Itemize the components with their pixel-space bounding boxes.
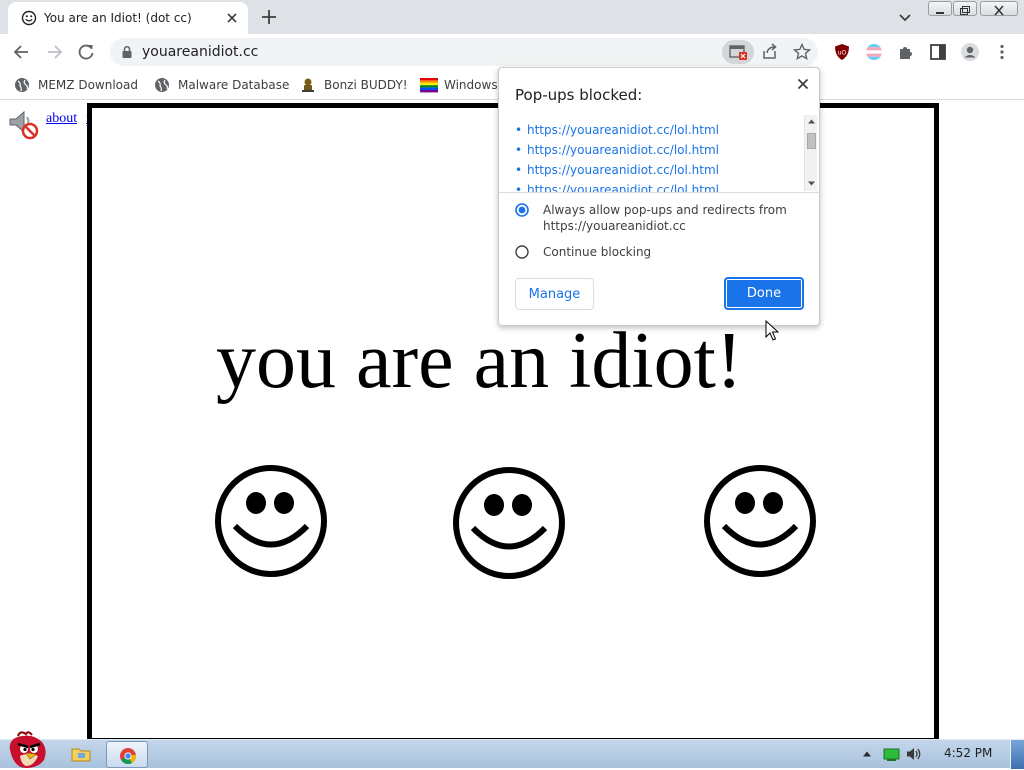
manage-button[interactable]: Manage <box>515 278 594 310</box>
svg-text:uO: uO <box>838 50 847 57</box>
lock-icon[interactable] <box>120 45 134 59</box>
star-icon[interactable] <box>792 42 812 62</box>
bookmark-malware-database[interactable]: Malware Database <box>154 75 290 95</box>
smiley-face-icon <box>704 465 816 577</box>
close-icon[interactable] <box>224 10 240 26</box>
headline: you are an idiot! <box>216 317 743 405</box>
blocked-popup-link[interactable]: https://youareanidiot.cc/lol.html <box>515 123 719 137</box>
window-close-button[interactable] <box>980 1 1018 16</box>
ublock-icon[interactable]: uO <box>832 42 852 62</box>
radio-label: Always allow pop-ups and redirects from … <box>543 203 787 233</box>
address-bar[interactable]: youareanidiot.cc <box>110 38 818 66</box>
taskbar-chrome-button[interactable] <box>106 741 148 768</box>
profile-icon[interactable] <box>960 42 980 62</box>
tab-title: You are an Idiot! (dot cc) <box>44 11 192 25</box>
side-panel-icon[interactable] <box>928 42 948 62</box>
bonzi-icon <box>302 78 314 92</box>
taskbar: 4:52 PM <box>0 731 1024 769</box>
divider <box>499 192 819 193</box>
tray-expand-icon[interactable] <box>862 749 872 759</box>
chevron-down-icon[interactable] <box>896 8 914 26</box>
blocked-popup-link[interactable]: https://youareanidiot.cc/lol.html <box>515 163 719 177</box>
popup-blocked-icon[interactable] <box>722 40 754 64</box>
bookmark-windows[interactable]: Windows <box>420 75 500 95</box>
trans-flag-icon[interactable] <box>864 42 884 62</box>
reload-icon[interactable] <box>76 42 96 62</box>
close-icon[interactable] <box>795 76 811 92</box>
volume-icon[interactable] <box>905 746 923 762</box>
bookmark-memz-download[interactable]: MEMZ Download <box>14 75 144 95</box>
forward-icon[interactable] <box>44 42 64 62</box>
scroll-up-icon[interactable] <box>807 117 816 126</box>
mouse-cursor-icon <box>765 320 779 341</box>
tab-strip: You are an Idiot! (dot cc) <box>0 0 1024 34</box>
share-icon[interactable] <box>760 42 780 62</box>
radio-unselected-icon[interactable] <box>515 245 529 259</box>
radio-selected-icon[interactable] <box>515 203 529 217</box>
blocked-popup-list: https://youareanidiot.cc/lol.html https:… <box>499 114 805 192</box>
globe-icon <box>15 78 29 92</box>
tab-active[interactable]: You are an Idiot! (dot cc) <box>8 2 248 34</box>
list-scrollbar[interactable] <box>804 115 817 191</box>
blocked-popup-link[interactable]: https://youareanidiot.cc/lol.html <box>515 183 719 192</box>
smiley-icon <box>21 10 37 26</box>
bookmark-bonzi-buddy[interactable]: Bonzi BUDDY! <box>300 75 410 95</box>
battery-icon[interactable] <box>883 747 901 761</box>
globe-icon <box>155 78 169 92</box>
sound-muted-icon[interactable] <box>6 107 40 141</box>
toolbar: youareanidiot.cc uO <box>0 34 1024 70</box>
about-link[interactable]: about <box>46 111 77 127</box>
smiley-face-icon <box>453 467 565 579</box>
chrome-icon <box>120 748 137 764</box>
folder-icon[interactable] <box>70 744 92 764</box>
url-text[interactable]: youareanidiot.cc <box>142 44 258 60</box>
show-desktop-button[interactable] <box>1010 740 1024 769</box>
back-icon[interactable] <box>12 42 32 62</box>
windows-flag-icon <box>420 78 438 93</box>
angry-bird-start-icon[interactable] <box>4 730 50 770</box>
menu-icon[interactable] <box>992 42 1012 62</box>
blocked-popup-link[interactable]: https://youareanidiot.cc/lol.html <box>515 143 719 157</box>
minimize-button[interactable] <box>928 1 952 16</box>
restore-button[interactable] <box>953 1 977 16</box>
smiley-face-icon <box>215 465 327 577</box>
taskbar-clock[interactable]: 4:52 PM <box>944 746 992 760</box>
popups-blocked-dialog: Pop-ups blocked: https://youareanidiot.c… <box>498 67 820 326</box>
dialog-title: Pop-ups blocked: <box>515 86 643 104</box>
radio-label: Continue blocking <box>543 245 652 259</box>
extensions-icon[interactable] <box>896 42 916 62</box>
done-button[interactable]: Done <box>724 277 804 310</box>
scroll-thumb[interactable] <box>807 133 816 149</box>
new-tab-icon[interactable] <box>260 8 278 26</box>
scroll-down-icon[interactable] <box>807 179 816 188</box>
